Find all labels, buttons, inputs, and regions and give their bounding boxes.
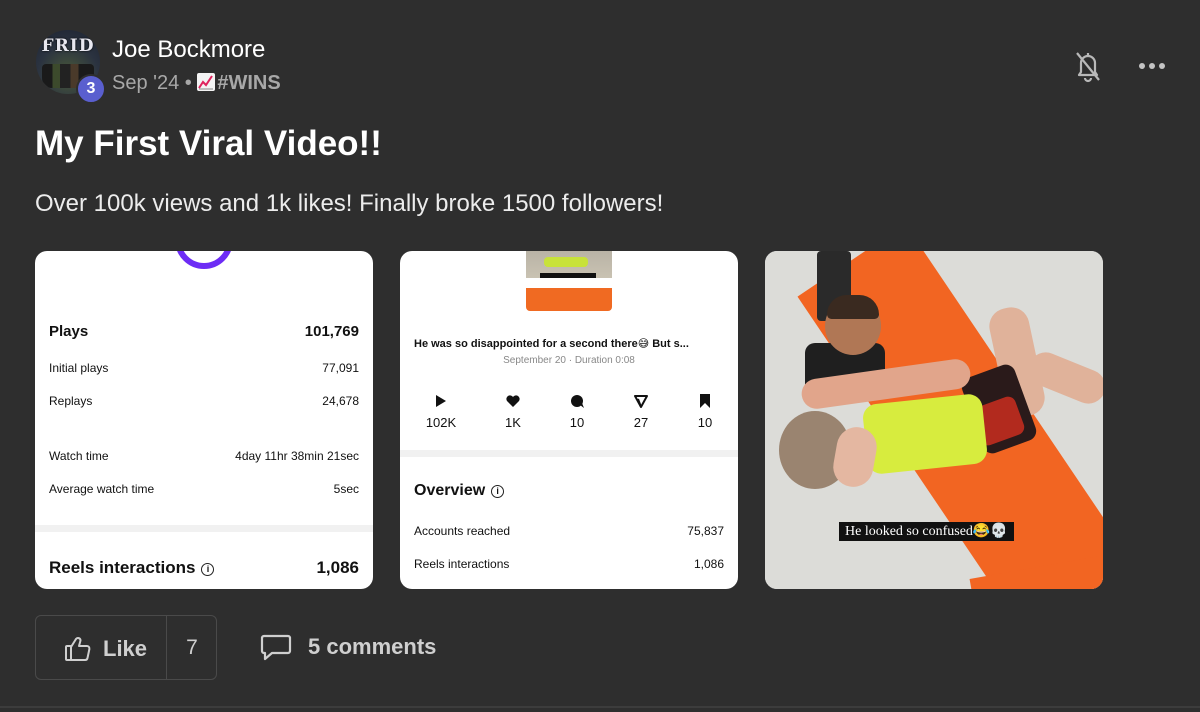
comment-icon <box>552 393 602 411</box>
progress-ring <box>175 251 233 269</box>
share-icon <box>616 393 666 411</box>
overview-title-text: Overview <box>414 482 486 499</box>
like-button[interactable]: Like <box>36 616 166 679</box>
info-icon: i <box>491 485 505 498</box>
metric-comments: 10 <box>552 393 602 430</box>
chart-increasing-icon <box>197 73 216 91</box>
attachment-image-photo[interactable]: He looked so confused😂💀 <box>765 251 1103 589</box>
more-horizontal-icon <box>1139 63 1165 69</box>
metric-value: 27 <box>633 415 649 430</box>
post-date: Sep '24 <box>112 72 180 94</box>
heart-icon <box>488 393 538 411</box>
thumbs-up-icon <box>65 637 91 661</box>
post-meta: Sep '24 • #WINS <box>112 72 281 95</box>
stat-value: 77,091 <box>322 361 359 375</box>
post-title: My First Viral Video!! <box>35 124 382 163</box>
photo-caption: He looked so confused😂💀 <box>839 522 1014 541</box>
stat-label: Plays <box>49 323 89 340</box>
metric-likes: 1K <box>488 393 538 430</box>
author-name[interactable]: Joe Bockmore <box>112 36 265 64</box>
more-options-button[interactable] <box>1134 52 1170 80</box>
stat-label: Reels interactions <box>49 558 196 577</box>
photo-figure <box>861 392 989 476</box>
meta-separator: • <box>184 72 192 94</box>
metric-value: 1K <box>505 415 521 430</box>
post-divider <box>0 706 1200 708</box>
post-card: FRID 3 Joe Bockmore Sep '24 • #WINS My F… <box>0 0 1200 712</box>
video-thumbnail-caption-bar <box>540 273 596 278</box>
like-group: Like 7 <box>35 615 217 680</box>
level-badge: 3 <box>76 74 106 104</box>
like-label: Like <box>103 636 148 661</box>
bookmark-icon <box>680 393 730 411</box>
stat-label: Accounts reached <box>414 524 511 538</box>
stat-value: 5sec <box>333 482 359 496</box>
video-thumbnail-figure <box>544 257 588 267</box>
stat-value: 1,086 <box>693 557 724 571</box>
section-divider <box>35 525 373 532</box>
attachment-image-overview[interactable]: He was so disappointed for a second ther… <box>400 251 738 589</box>
stat-label: Reels interactions <box>414 557 510 571</box>
post-category[interactable]: #WINS <box>217 72 280 94</box>
stat-label-wrap: Reels interactions i <box>49 558 215 578</box>
video-meta: September 20 · Duration 0:08 <box>503 355 635 366</box>
like-count[interactable]: 7 <box>167 616 217 679</box>
video-thumbnail <box>526 251 612 311</box>
metric-value: 10 <box>569 415 585 430</box>
info-icon: i <box>201 563 215 576</box>
play-icon <box>416 393 466 411</box>
attachment-image-stats[interactable]: Plays 101,769 Initial plays 77,091 Repla… <box>35 251 373 589</box>
stat-label: Initial plays <box>49 361 109 375</box>
metric-value: 10 <box>697 415 713 430</box>
metric-plays: 102K <box>416 393 466 430</box>
avatar[interactable]: FRID 3 <box>36 30 106 104</box>
metric-value: 102K <box>425 415 457 430</box>
stat-label: Average watch time <box>49 482 155 496</box>
video-caption: He was so disappointed for a second ther… <box>414 338 689 350</box>
photo-figure <box>827 295 879 319</box>
comment-icon <box>260 634 292 661</box>
stat-value: 24,678 <box>322 394 359 408</box>
post-body: Over 100k views and 1k likes! Finally br… <box>35 190 664 217</box>
section-divider <box>400 450 738 457</box>
stat-value: 101,769 <box>304 323 359 340</box>
stat-value: 4day 11hr 38min 21sec <box>235 449 359 463</box>
metric-saves: 10 <box>680 393 730 430</box>
avatar-logo-text: FRID <box>41 36 95 56</box>
metric-shares: 27 <box>616 393 666 430</box>
stat-value: 75,837 <box>687 524 724 538</box>
notification-toggle-button[interactable] <box>1072 48 1104 84</box>
stat-label: Watch time <box>49 449 109 463</box>
bell-off-icon <box>1076 52 1100 83</box>
overview-title: Overview i <box>414 482 505 500</box>
stat-label: Replays <box>49 394 93 408</box>
stat-value: 1,086 <box>316 558 359 577</box>
comments-label: 5 comments <box>308 634 437 659</box>
